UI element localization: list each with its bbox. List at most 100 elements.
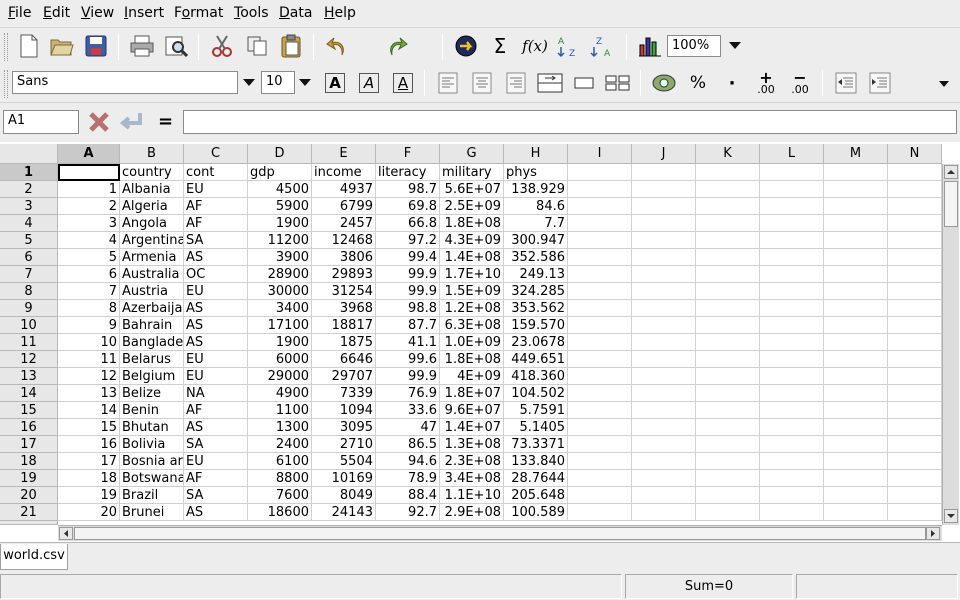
table-cell[interactable]: 76.9 [376, 385, 440, 402]
table-cell[interactable] [760, 181, 824, 198]
column-header-c[interactable]: C [184, 144, 248, 164]
table-cell[interactable]: AS [184, 249, 248, 266]
row-header[interactable]: 6 [0, 249, 58, 266]
table-cell[interactable]: 98.7 [376, 181, 440, 198]
table-cell[interactable]: Brazil [120, 487, 184, 504]
table-cell[interactable]: 92.7 [376, 504, 440, 521]
chart-icon[interactable] [636, 32, 664, 60]
table-cell[interactable] [824, 164, 888, 181]
table-cell[interactable] [888, 504, 942, 521]
table-cell[interactable]: 33.6 [376, 402, 440, 419]
row-header[interactable]: 9 [0, 300, 58, 317]
split-cells-icon[interactable] [604, 69, 632, 97]
table-cell[interactable]: 1.0E+09 [440, 334, 504, 351]
table-cell[interactable]: 5 [58, 249, 120, 266]
table-cell[interactable]: 4900 [248, 385, 312, 402]
table-cell[interactable] [760, 419, 824, 436]
table-cell[interactable]: 69.8 [376, 198, 440, 215]
table-cell[interactable]: 159.570 [504, 317, 568, 334]
table-cell[interactable]: 9 [58, 317, 120, 334]
table-cell[interactable]: 87.7 [376, 317, 440, 334]
table-cell[interactable]: 3 [58, 215, 120, 232]
table-cell[interactable]: 4E+09 [440, 368, 504, 385]
table-cell[interactable]: 84.6 [504, 198, 568, 215]
table-cell[interactable] [696, 181, 760, 198]
table-cell[interactable] [696, 266, 760, 283]
table-cell[interactable] [760, 215, 824, 232]
table-cell[interactable] [824, 300, 888, 317]
autosum-button[interactable]: Σ [486, 32, 514, 60]
table-cell[interactable] [888, 453, 942, 470]
table-cell[interactable] [568, 436, 632, 453]
table-cell[interactable]: 1100 [248, 402, 312, 419]
increase-indent-icon[interactable] [866, 69, 894, 97]
table-cell[interactable]: AS [184, 317, 248, 334]
table-cell[interactable] [696, 504, 760, 521]
table-cell[interactable]: 1.2E+08 [440, 300, 504, 317]
table-cell[interactable] [888, 436, 942, 453]
table-cell[interactable]: 4937 [312, 181, 376, 198]
menu-file[interactable]: File [8, 5, 31, 21]
table-cell[interactable] [568, 504, 632, 521]
table-cell[interactable]: SA [184, 436, 248, 453]
table-cell[interactable] [568, 300, 632, 317]
table-cell[interactable] [632, 181, 696, 198]
table-cell[interactable]: 15 [58, 419, 120, 436]
font-name-dropdown-icon[interactable] [243, 79, 255, 86]
table-cell[interactable] [632, 164, 696, 181]
table-cell[interactable] [760, 402, 824, 419]
table-cell[interactable] [824, 181, 888, 198]
table-cell[interactable]: 7339 [312, 385, 376, 402]
table-cell[interactable]: 100.589 [504, 504, 568, 521]
table-cell[interactable] [760, 368, 824, 385]
cut-icon[interactable] [208, 32, 236, 60]
table-cell[interactable] [824, 215, 888, 232]
menu-data[interactable]: Data [279, 5, 312, 21]
table-cell[interactable] [696, 487, 760, 504]
table-cell[interactable] [632, 368, 696, 385]
table-cell[interactable]: 6 [58, 266, 120, 283]
column-header-h[interactable]: H [504, 144, 568, 164]
table-cell[interactable]: AS [184, 504, 248, 521]
table-cell[interactable] [760, 317, 824, 334]
table-cell[interactable]: 352.586 [504, 249, 568, 266]
table-cell[interactable] [632, 419, 696, 436]
table-cell[interactable]: 6000 [248, 351, 312, 368]
table-cell[interactable]: 17 [58, 453, 120, 470]
table-cell[interactable] [888, 368, 942, 385]
row-header[interactable]: 14 [0, 385, 58, 402]
table-cell[interactable] [824, 232, 888, 249]
table-cell[interactable] [824, 402, 888, 419]
table-cell[interactable] [696, 470, 760, 487]
table-cell[interactable]: 1900 [248, 334, 312, 351]
row-header[interactable]: 21 [0, 504, 58, 521]
column-header-n[interactable]: N [888, 144, 942, 164]
table-cell[interactable] [760, 385, 824, 402]
table-cell[interactable]: 2710 [312, 436, 376, 453]
scroll-down-button[interactable] [944, 509, 958, 523]
table-cell[interactable]: 1.7E+10 [440, 266, 504, 283]
table-cell[interactable] [888, 402, 942, 419]
table-cell[interactable] [632, 351, 696, 368]
accept-edit-icon[interactable] [117, 108, 145, 136]
table-cell[interactable] [888, 283, 942, 300]
table-cell[interactable] [760, 164, 824, 181]
table-cell[interactable]: literacy [376, 164, 440, 181]
table-cell[interactable] [760, 266, 824, 283]
table-cell[interactable]: 78.9 [376, 470, 440, 487]
table-cell[interactable] [696, 249, 760, 266]
save-icon[interactable] [82, 32, 110, 60]
table-cell[interactable]: Bhutan [120, 419, 184, 436]
table-cell[interactable]: 1.8E+07 [440, 385, 504, 402]
currency-icon[interactable] [650, 69, 678, 97]
table-cell[interactable]: 12468 [312, 232, 376, 249]
table-cell[interactable]: 14 [58, 402, 120, 419]
table-cell[interactable] [760, 436, 824, 453]
table-cell[interactable] [888, 470, 942, 487]
table-cell[interactable]: 1875 [312, 334, 376, 351]
table-cell[interactable] [824, 266, 888, 283]
table-cell[interactable] [760, 249, 824, 266]
table-cell[interactable]: 2.3E+08 [440, 453, 504, 470]
menu-edit[interactable]: Edit [43, 5, 70, 21]
table-cell[interactable] [888, 334, 942, 351]
